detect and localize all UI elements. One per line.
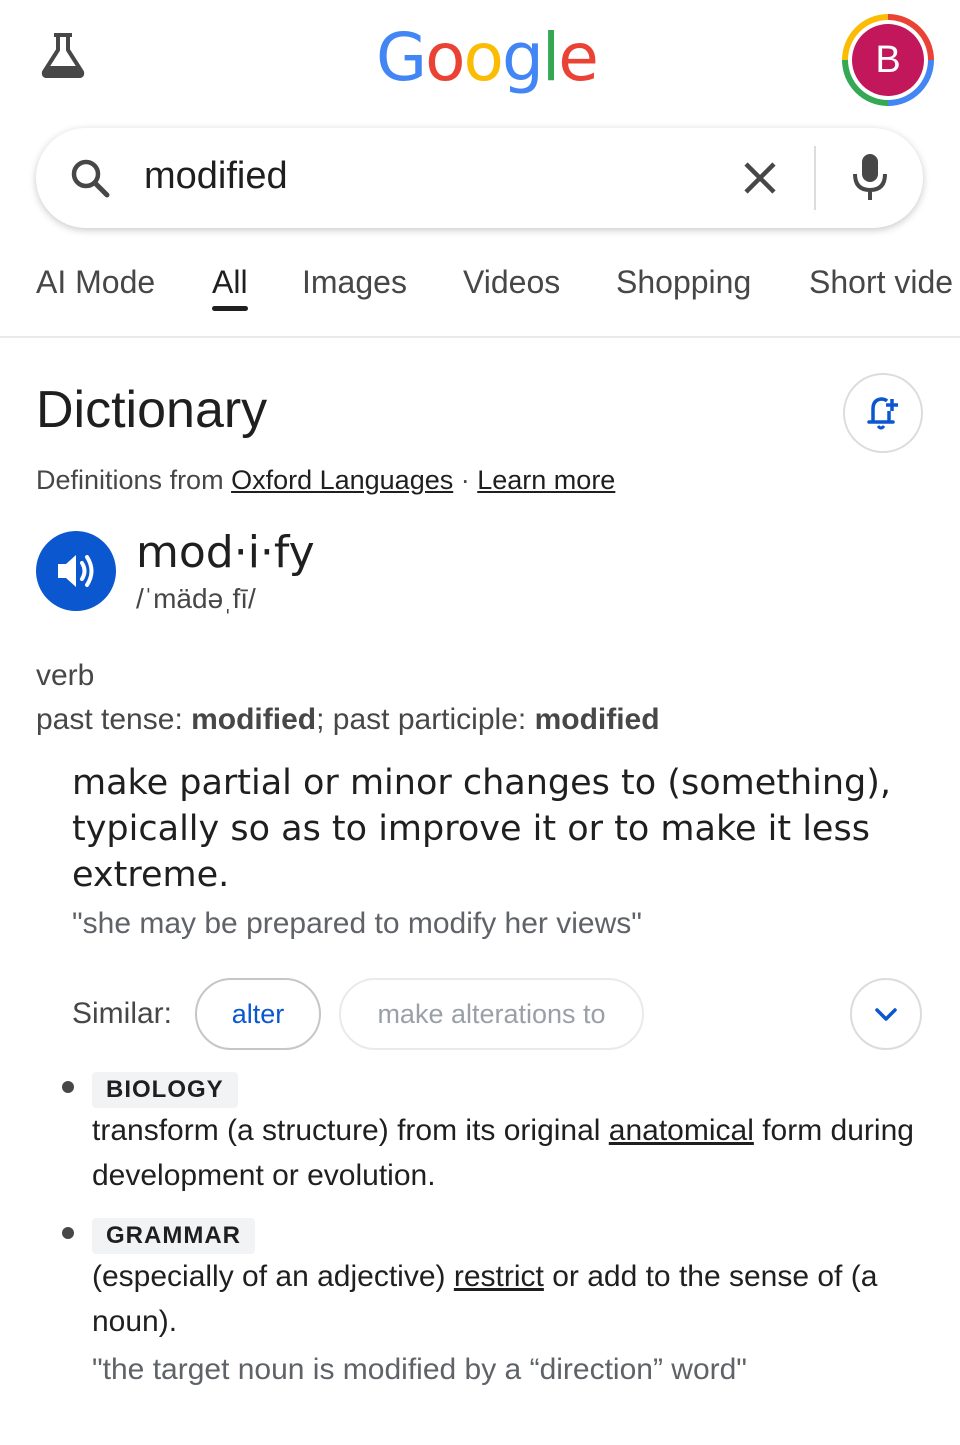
restrict-link[interactable]: restrict [454,1260,544,1293]
speaker-icon [58,555,94,587]
flask-icon[interactable] [38,30,88,80]
oxford-languages-link[interactable]: Oxford Languages [231,465,453,495]
headword: mod·i·fy [136,527,315,578]
logo-letter: g [501,19,544,96]
logo-letter: e [558,19,599,96]
similar-chip-make-alterations-to[interactable]: make alterations to [339,978,644,1050]
expand-similar-button[interactable] [850,978,922,1050]
sense-text: (especially of an adjective) [92,1260,454,1293]
mic-icon[interactable] [848,152,892,204]
sense-definition: transform (a structure) from its origina… [92,1108,932,1198]
subject-tag-grammar: GRAMMAR [92,1218,255,1254]
chevron-down-icon [875,1008,897,1021]
account-avatar-button[interactable]: B [842,14,934,106]
avatar-letter: B [852,24,924,96]
active-tab-indicator [212,306,248,311]
sense-example: "the target noun is modified by a “direc… [92,1353,747,1386]
logo-letter: o [425,19,465,96]
definition-text: make partial or minor changes to (someth… [72,763,892,895]
definitions-source: Definitions from Oxford Languages · Lear… [36,462,615,498]
logo-letter: G [376,19,427,96]
search-divider [814,146,816,210]
add-alert-button[interactable] [843,373,923,453]
google-logo: Google [376,18,599,98]
search-icon[interactable] [68,156,112,200]
anatomical-link[interactable]: anatomical [609,1114,754,1147]
past-tense-label: past tense [36,703,175,736]
tab-videos[interactable]: Videos [463,262,560,302]
part-of-speech: verb [36,659,95,692]
tab-short-videos[interactable]: Short vide [809,262,953,302]
verb-forms: past tense: modified; past participle: m… [36,703,660,736]
tab-ai-mode[interactable]: AI Mode [36,262,155,302]
definition-example: "she may be prepared to modify her views… [72,907,642,940]
tab-shopping[interactable]: Shopping [616,262,751,302]
past-participle-label: past participle [332,703,518,736]
play-pronunciation-button[interactable] [36,531,116,611]
search-input[interactable]: modified [144,154,288,198]
logo-letter: l [541,19,560,96]
past-participle-value: modified [534,703,660,736]
subject-tag-biology: BIOLOGY [92,1072,238,1108]
search-tabs: AI Mode All Images Videos Shopping Short… [0,250,960,338]
bullet-dot [62,1227,74,1239]
bullet-dot [62,1081,74,1093]
sense-definition: (especially of an adjective) restrict or… [92,1254,932,1344]
avatar: B [848,20,928,100]
top-bar: Google B [0,0,960,120]
sense-text: transform (a structure) from its origina… [92,1114,609,1147]
tab-images[interactable]: Images [302,262,407,302]
tab-all[interactable]: All [212,262,248,302]
similar-chip-alter[interactable]: alter [195,978,321,1050]
source-prefix: Definitions from [36,465,232,495]
logo-letter: o [463,19,504,96]
pronunciation: /ˈmädəˌfī/ [136,583,256,614]
source-separator: · [453,465,478,495]
close-icon[interactable] [740,158,780,198]
bell-plus-icon [867,397,898,430]
dictionary-title: Dictionary [36,381,268,439]
past-tense-value: modified [191,703,317,736]
similar-label: Similar: [72,997,173,1030]
learn-more-link[interactable]: Learn more [477,465,615,495]
